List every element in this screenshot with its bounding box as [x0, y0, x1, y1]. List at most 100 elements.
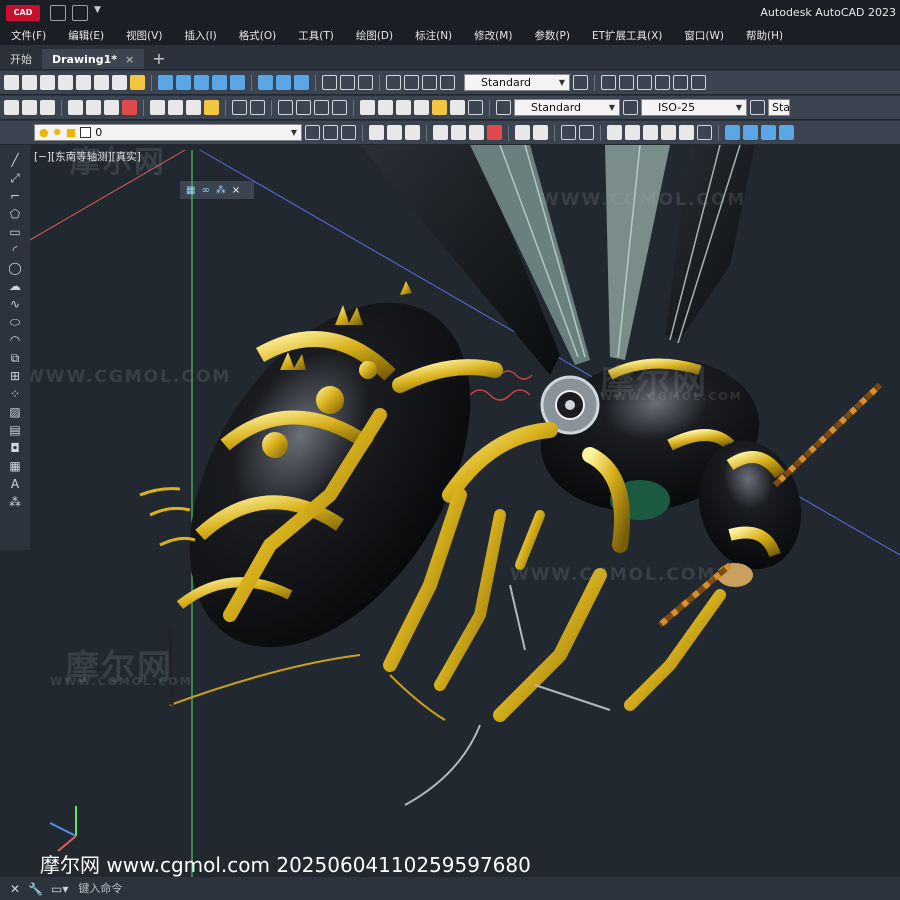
new-tab-icon[interactable]: + [152, 49, 165, 69]
ucs-origin-icon[interactable] [422, 75, 437, 90]
publish-icon-2[interactable] [469, 125, 484, 140]
save-icon-2[interactable] [405, 125, 420, 140]
tab-start[interactable]: 开始 [0, 49, 42, 69]
torus-icon[interactable] [112, 75, 127, 90]
table-style-icon[interactable] [750, 100, 765, 115]
3d-rotate-icon[interactable] [340, 75, 355, 90]
planar-surface-icon[interactable] [130, 75, 145, 90]
sweep-icon[interactable] [194, 75, 209, 90]
zoom-realtime-icon[interactable] [296, 100, 311, 115]
match-properties-icon[interactable] [204, 100, 219, 115]
menu-window[interactable]: 窗口(W) [673, 28, 735, 43]
construction-line-icon[interactable]: ⤢ [8, 171, 22, 185]
loft-icon[interactable] [230, 75, 245, 90]
calculator-icon[interactable] [450, 100, 465, 115]
cut-icon[interactable] [150, 100, 165, 115]
aligned-dim-icon[interactable] [743, 125, 758, 140]
table-icon[interactable]: ▦ [8, 459, 22, 473]
close-command-icon[interactable]: ✕ [10, 882, 20, 896]
ellipse-icon[interactable]: ⬭ [8, 315, 22, 329]
copy-icon[interactable] [168, 100, 183, 115]
view-right-icon[interactable] [655, 75, 670, 90]
design-center-icon[interactable] [378, 100, 393, 115]
undo-icon-2[interactable] [561, 125, 576, 140]
intersect-icon[interactable] [294, 75, 309, 90]
menu-draw[interactable]: 绘图(D) [345, 28, 404, 43]
close-tab-icon[interactable]: × [125, 53, 134, 66]
cut-icon-2[interactable] [515, 125, 530, 140]
rectangle-icon[interactable]: ▭ [8, 225, 22, 239]
view-top-icon[interactable] [601, 75, 616, 90]
text-style-dropdown[interactable]: Standard ▼ [464, 74, 570, 91]
menu-edit[interactable]: 编辑(E) [57, 28, 115, 43]
region-icon[interactable]: ◘ [8, 441, 22, 455]
box-icon[interactable] [4, 75, 19, 90]
make-current-layer-icon[interactable] [323, 125, 338, 140]
plot-icon-2[interactable] [433, 125, 448, 140]
line-icon[interactable]: ╱ [8, 153, 22, 167]
view-bottom-icon[interactable] [619, 75, 634, 90]
plot-icon[interactable] [68, 100, 83, 115]
layer-dropdown[interactable]: ● ✹ ■ 0 ▼ [34, 124, 302, 141]
point-icon[interactable]: ⁘ [8, 387, 22, 401]
copy-icon-2[interactable] [533, 125, 548, 140]
redo-icon-2[interactable] [579, 125, 594, 140]
open-file-icon[interactable] [22, 100, 37, 115]
help-icon[interactable] [468, 100, 483, 115]
presspull-icon[interactable] [176, 75, 191, 90]
extrude-icon[interactable] [158, 75, 173, 90]
view-front-icon[interactable] [673, 75, 688, 90]
polyline-icon[interactable]: ⌐ [8, 189, 22, 203]
save-icon[interactable] [40, 100, 55, 115]
autocad-logo[interactable]: CAD [6, 4, 40, 21]
dim-style-icon[interactable] [623, 100, 638, 115]
properties-icon-2[interactable] [607, 125, 622, 140]
table-style-dropdown[interactable]: Standard ▼ [514, 99, 620, 116]
zoom-previous-icon[interactable] [332, 100, 347, 115]
calculator-icon-2[interactable] [679, 125, 694, 140]
plot-preview-icon-2[interactable] [451, 125, 466, 140]
tab-drawing1[interactable]: Drawing1* × [42, 49, 145, 69]
menu-file[interactable]: 文件(F) [0, 28, 57, 43]
pyramid-icon[interactable] [76, 75, 91, 90]
mtext-icon[interactable]: A [8, 477, 22, 491]
menu-tools[interactable]: 工具(T) [287, 28, 345, 43]
tool-palettes-icon-2[interactable] [643, 125, 658, 140]
menu-format[interactable]: 格式(O) [228, 28, 287, 43]
ucs-icon[interactable] [386, 75, 401, 90]
text-style-manager-icon[interactable] [573, 75, 588, 90]
publish-icon[interactable] [104, 100, 119, 115]
cylinder-icon[interactable] [22, 75, 37, 90]
customize-command-icon[interactable]: 🔧 [28, 882, 43, 896]
add-selected-icon[interactable]: ⁂ [8, 495, 22, 509]
zoom-window-icon[interactable] [314, 100, 329, 115]
menu-dimension[interactable]: 标注(N) [404, 28, 463, 43]
dwf-icon-2[interactable] [487, 125, 502, 140]
redo-icon[interactable] [250, 100, 265, 115]
drawing-viewport[interactable]: [−][东南等轴测][真实] ▦ ∞ ⁂ × WWW.CGMOL.COM WWW… [30, 145, 900, 877]
menu-express-tools[interactable]: ET扩展工具(X) [581, 28, 673, 43]
gradient-icon[interactable]: ▤ [8, 423, 22, 437]
3d-move-icon[interactable] [322, 75, 337, 90]
properties-icon[interactable] [360, 100, 375, 115]
tool-palettes-icon[interactable] [396, 100, 411, 115]
pan-icon[interactable] [278, 100, 293, 115]
sheet-set-icon-2[interactable] [661, 125, 676, 140]
multileader-style-dropdown[interactable]: Sta [768, 99, 790, 116]
qa-dropdown-icon[interactable]: ▼ [94, 5, 108, 19]
dwf-icon[interactable] [122, 100, 137, 115]
3d-align-icon[interactable] [358, 75, 373, 90]
open-file-icon-2[interactable] [387, 125, 402, 140]
layer-previous-icon[interactable] [341, 125, 356, 140]
qa-new-icon[interactable] [50, 4, 66, 21]
recent-commands-icon[interactable]: ▭▾ [51, 882, 68, 896]
union-icon[interactable] [258, 75, 273, 90]
cone-icon[interactable] [40, 75, 55, 90]
insert-block-icon[interactable]: ⧉ [8, 351, 22, 365]
menu-view[interactable]: 视图(V) [115, 28, 173, 43]
circle-icon[interactable]: ◯ [8, 261, 22, 275]
view-back-icon[interactable] [691, 75, 706, 90]
ucs-world-icon[interactable] [404, 75, 419, 90]
dim-style-dropdown[interactable]: ISO-25 ▼ [641, 99, 747, 116]
menu-parametric[interactable]: 参数(P) [523, 28, 581, 43]
